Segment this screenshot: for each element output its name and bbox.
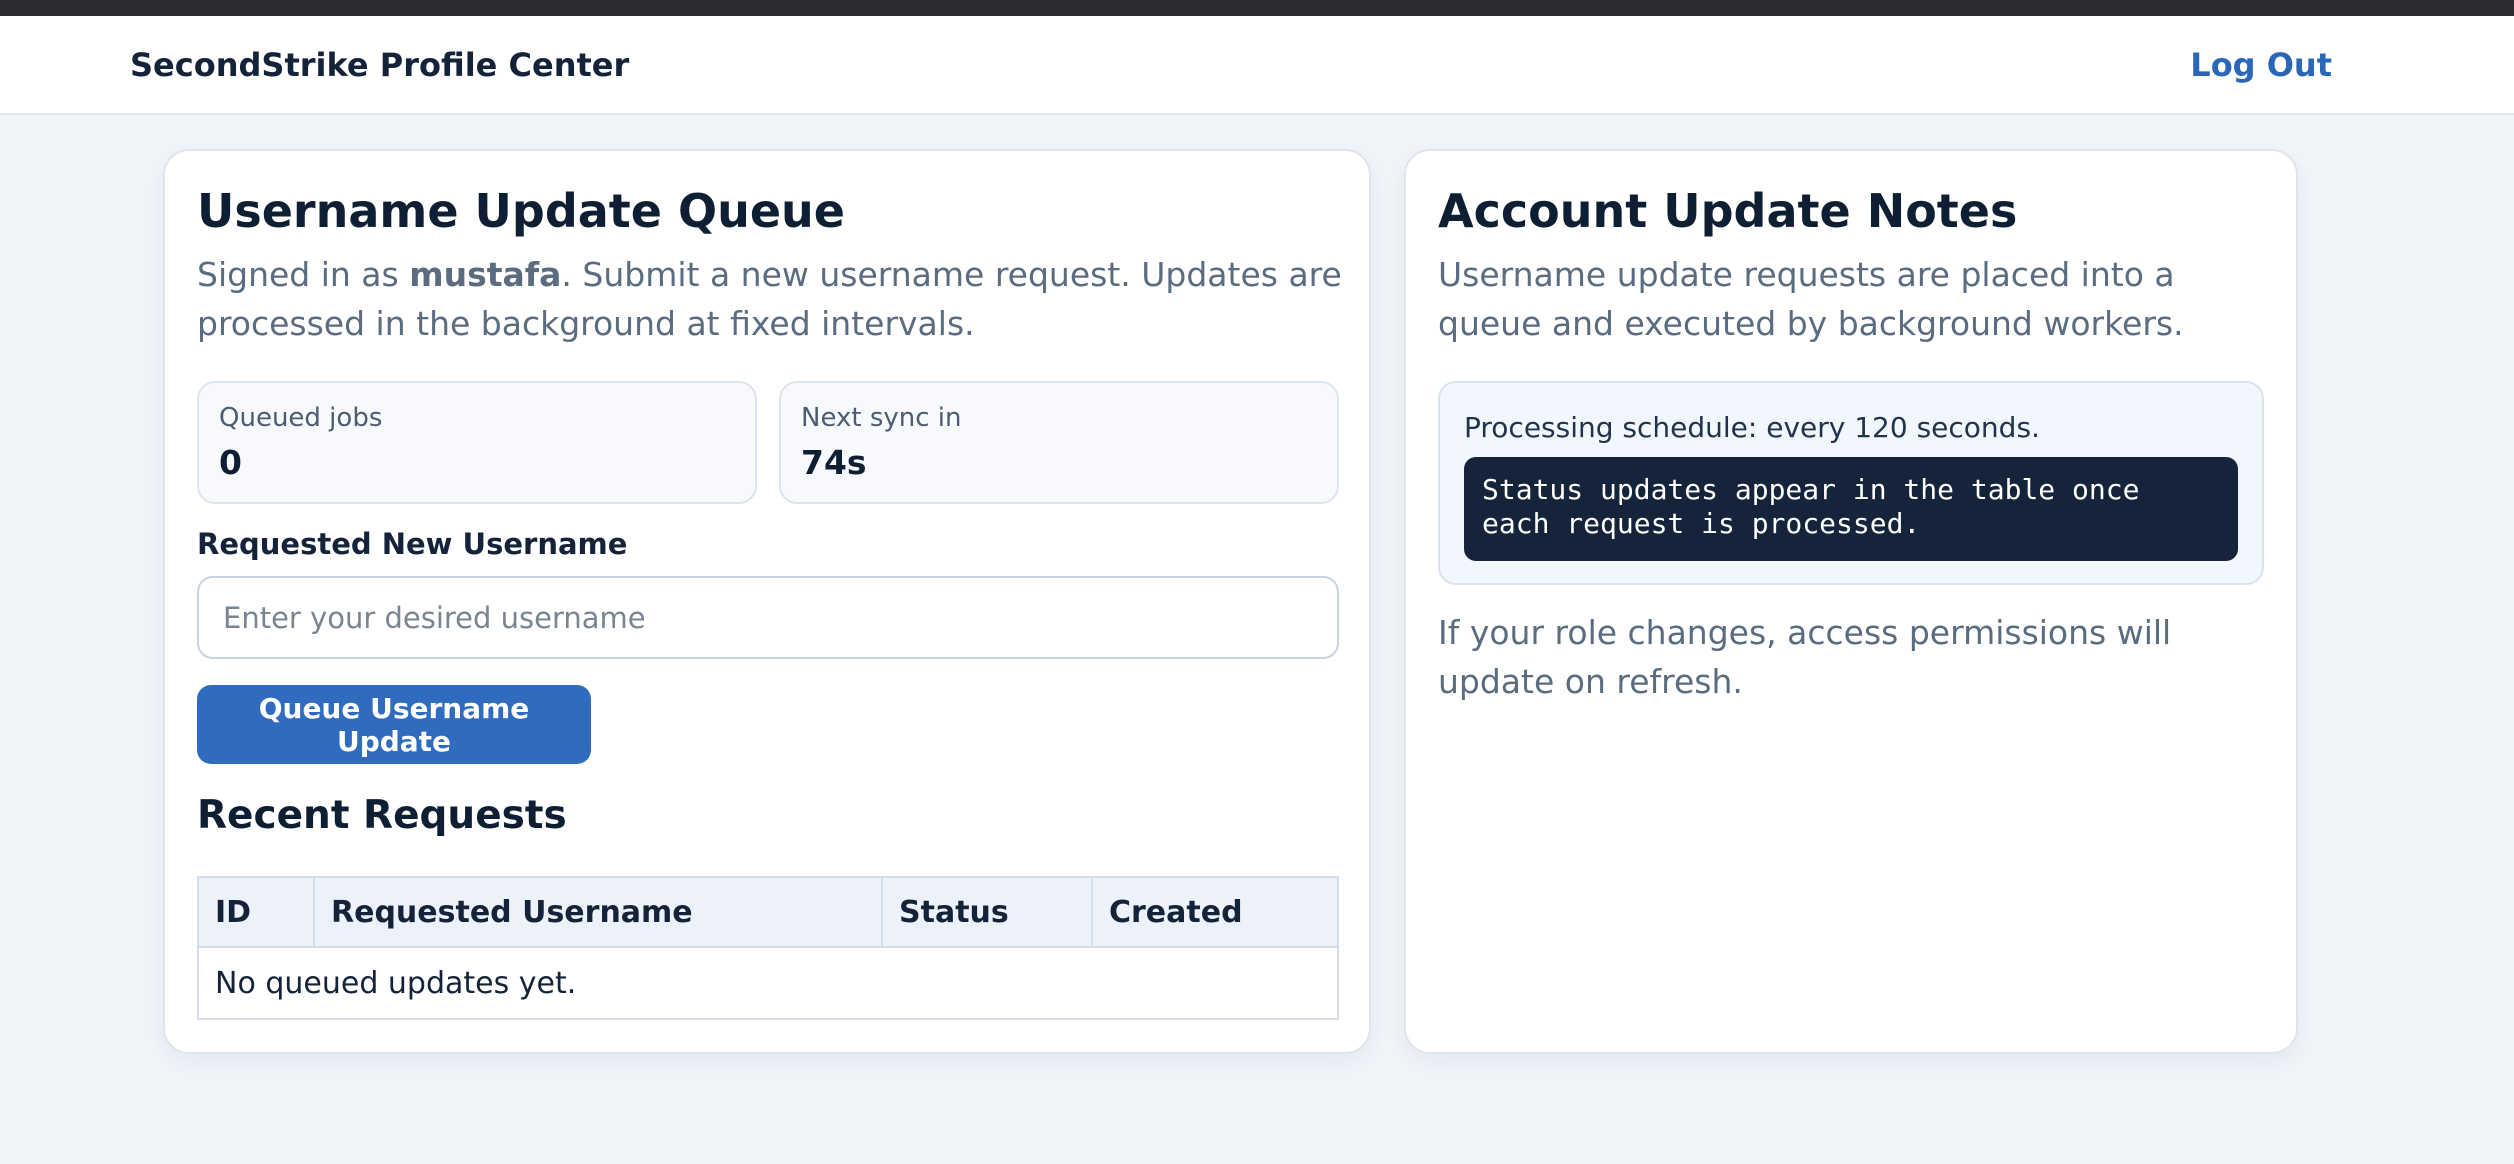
column-header-status: Status bbox=[881, 876, 1093, 948]
table-row: No queued updates yet. bbox=[197, 946, 1339, 1020]
recent-requests-title: Recent Requests bbox=[197, 793, 567, 838]
account-notes-card: Account Update Notes Username update req… bbox=[1404, 149, 2298, 1054]
notes-card-title: Account Update Notes bbox=[1438, 184, 2018, 238]
column-header-created: Created bbox=[1091, 876, 1339, 948]
table-header-row: ID Requested Username Status Created bbox=[197, 876, 1339, 948]
processing-schedule-text: Processing schedule: every 120 seconds. bbox=[1464, 411, 2040, 444]
role-change-note: If your role changes, access permissions… bbox=[1438, 613, 2172, 701]
column-header-id: ID bbox=[197, 876, 315, 948]
empty-table-message: No queued updates yet. bbox=[197, 946, 1339, 1020]
browser-chrome-strip bbox=[0, 0, 2514, 16]
schedule-panel: Processing schedule: every 120 seconds. … bbox=[1438, 381, 2264, 585]
brand-title: SecondStrike Profile Center bbox=[130, 46, 630, 84]
signed-in-prefix: Signed in as bbox=[197, 255, 410, 294]
signed-in-description: Signed in as mustafa. Submit a new usern… bbox=[197, 250, 1347, 348]
top-navbar: SecondStrike Profile Center Log Out bbox=[0, 16, 2514, 115]
queue-username-update-button[interactable]: Queue Username Update bbox=[197, 685, 591, 764]
logout-link[interactable]: Log Out bbox=[2190, 46, 2332, 84]
column-header-requested-username: Requested Username bbox=[313, 876, 883, 948]
signed-in-username: mustafa bbox=[409, 255, 562, 294]
recent-requests-table: ID Requested Username Status Created No … bbox=[197, 876, 1339, 1020]
username-queue-card: Username Update Queue Signed in as musta… bbox=[163, 149, 1371, 1054]
new-username-input[interactable] bbox=[197, 576, 1339, 659]
new-username-label: Requested New Username bbox=[197, 527, 628, 561]
stat-label: Queued jobs bbox=[219, 403, 383, 433]
notes-intro: Username update requests are placed into… bbox=[1438, 255, 2184, 343]
status-code-note: Status updates appear in the table once … bbox=[1464, 457, 2238, 561]
stat-value: 0 bbox=[219, 443, 242, 482]
next-sync-stat: Next sync in 74s bbox=[779, 381, 1339, 504]
stat-value: 74s bbox=[801, 443, 867, 482]
queue-card-title: Username Update Queue bbox=[197, 184, 845, 238]
queued-jobs-stat: Queued jobs 0 bbox=[197, 381, 757, 504]
stat-label: Next sync in bbox=[801, 403, 962, 433]
